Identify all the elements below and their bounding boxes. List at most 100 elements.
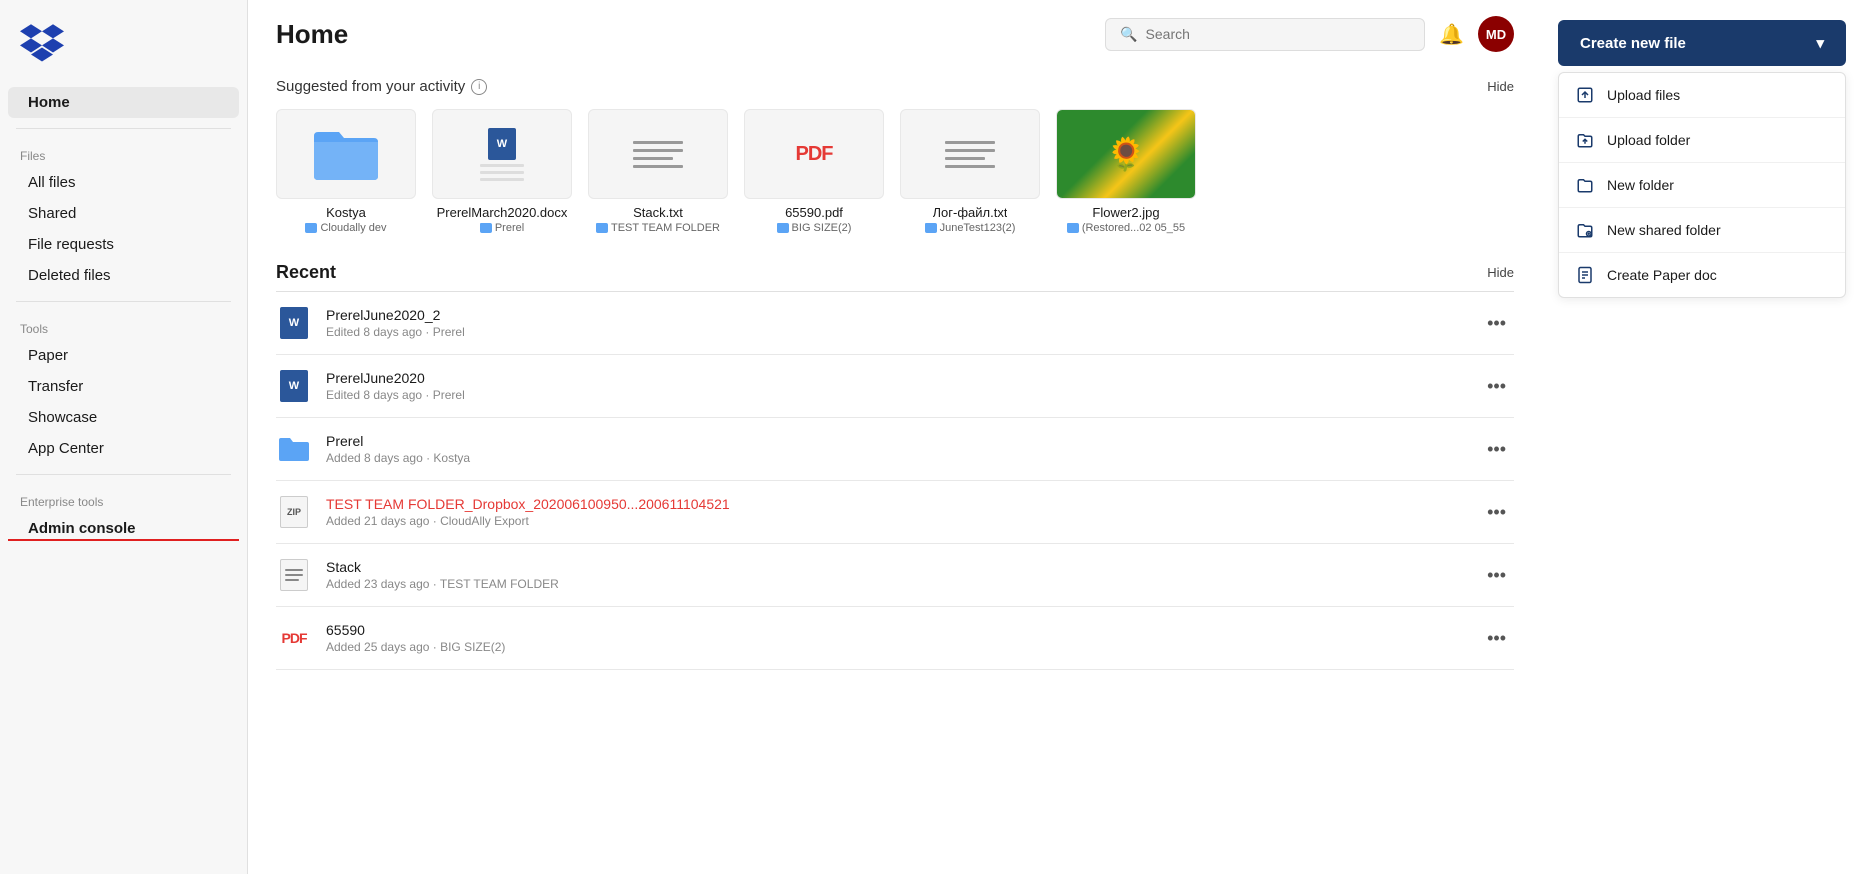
new-folder-icon xyxy=(1575,175,1595,195)
flower-name: Flower2.jpg xyxy=(1092,205,1159,220)
recent-name-test-team: TEST TEAM FOLDER_Dropbox_202006100950...… xyxy=(326,496,1479,512)
recent-hide-btn[interactable]: Hide xyxy=(1487,265,1514,280)
recent-info-prerel-june-2: PrerelJune2020_2 Edited 8 days ago · Pre… xyxy=(326,307,1479,339)
recent-meta-stack: Added 23 days ago · TEST TEAM FOLDER xyxy=(326,577,1479,591)
create-paper-doc-label: Create Paper doc xyxy=(1607,267,1717,283)
suggested-file-kostya[interactable]: Kostya Cloudally dev xyxy=(276,109,416,234)
recent-section: Recent Hide W PrerelJune2020_2 Edited 8 … xyxy=(276,262,1514,670)
chevron-down-icon: ▾ xyxy=(1816,34,1824,52)
log-name: Лог-файл.txt xyxy=(933,205,1008,220)
prerel-march-name: PrerelMarch2020.docx xyxy=(437,205,568,220)
search-input[interactable] xyxy=(1146,26,1411,42)
stack-thumb xyxy=(588,109,728,199)
page-title: Home xyxy=(276,19,348,50)
dropdown-new-folder[interactable]: New folder xyxy=(1559,163,1845,208)
recent-more-btn-2[interactable]: ••• xyxy=(1479,372,1514,401)
recent-row-test-team[interactable]: ZIP TEST TEAM FOLDER_Dropbox_20200610095… xyxy=(276,481,1514,544)
recent-row-prerel-folder[interactable]: Prerel Added 8 days ago · Kostya ••• xyxy=(276,418,1514,481)
recent-info-test-team: TEST TEAM FOLDER_Dropbox_202006100950...… xyxy=(326,496,1479,528)
folder-sm-icon xyxy=(925,223,937,233)
suggested-file-stack[interactable]: Stack.txt TEST TEAM FOLDER xyxy=(588,109,728,234)
word-icon: W xyxy=(280,307,308,339)
content-area: Suggested from your activity i Hide Kost… xyxy=(248,60,1542,874)
sidebar-enterprise-section: Enterprise tools xyxy=(0,485,247,513)
info-icon[interactable]: i xyxy=(471,79,487,95)
dropdown-upload-folder[interactable]: Upload folder xyxy=(1559,118,1845,163)
txt-icon xyxy=(280,559,308,591)
create-new-file-button[interactable]: Create new file ▾ xyxy=(1558,20,1846,66)
sidebar-item-transfer[interactable]: Transfer xyxy=(8,371,239,402)
main-content: Home 🔍 🔔 MD Suggested from your activity… xyxy=(248,0,1542,874)
create-btn-label: Create new file xyxy=(1580,35,1686,52)
sidebar-showcase-label: Showcase xyxy=(28,409,97,426)
sidebar-file-requests-label: File requests xyxy=(28,236,114,253)
sidebar-tools-section: Tools xyxy=(0,312,247,340)
flower-thumb: 🌻 xyxy=(1056,109,1196,199)
suggested-file-flower[interactable]: 🌻 Flower2.jpg (Restored...02 05_55 xyxy=(1056,109,1196,234)
sidebar-item-home[interactable]: Home xyxy=(8,87,239,118)
recent-more-btn-5[interactable]: ••• xyxy=(1479,561,1514,590)
sidebar-deleted-files-label: Deleted files xyxy=(28,267,111,284)
folder-sm-icon xyxy=(480,223,492,233)
sidebar-files-section: Files xyxy=(0,139,247,167)
suggested-file-pdf[interactable]: PDF 65590.pdf BIG SIZE(2) xyxy=(744,109,884,234)
recent-more-btn-4[interactable]: ••• xyxy=(1479,498,1514,527)
sidebar-item-shared[interactable]: Shared xyxy=(8,198,239,229)
kostya-location: Cloudally dev xyxy=(305,222,386,234)
notification-bell-icon[interactable]: 🔔 xyxy=(1439,22,1464,47)
topbar: Home 🔍 🔔 MD xyxy=(248,0,1542,60)
sidebar-item-app-center[interactable]: App Center xyxy=(8,433,239,464)
avatar[interactable]: MD xyxy=(1478,16,1514,52)
pdf-location: BIG SIZE(2) xyxy=(777,222,852,234)
recent-row-stack[interactable]: Stack Added 23 days ago · TEST TEAM FOLD… xyxy=(276,544,1514,607)
sidebar-item-paper[interactable]: Paper xyxy=(8,340,239,371)
paper-doc-icon xyxy=(1575,265,1595,285)
recent-name-stack: Stack xyxy=(326,559,1479,575)
dropdown-new-shared-folder[interactable]: New shared folder xyxy=(1559,208,1845,253)
pdf-name: 65590.pdf xyxy=(785,205,843,220)
create-dropdown: Upload files Upload folder New folder xyxy=(1558,72,1846,298)
suggested-file-log[interactable]: Лог-файл.txt JuneTest123(2) xyxy=(900,109,1040,234)
log-thumb xyxy=(900,109,1040,199)
dropbox-logo xyxy=(0,16,247,87)
flower-location: (Restored...02 05_55 xyxy=(1067,222,1185,234)
sidebar-item-file-requests[interactable]: File requests xyxy=(8,229,239,260)
recent-row-65590[interactable]: PDF 65590 Added 25 days ago · BIG SIZE(2… xyxy=(276,607,1514,670)
recent-meta-prerel-june-2: Edited 8 days ago · Prerel xyxy=(326,325,1479,339)
sidebar-item-all-files[interactable]: All files xyxy=(8,167,239,198)
suggested-header: Suggested from your activity i Hide xyxy=(276,78,1514,95)
recent-title: Recent xyxy=(276,262,336,283)
sidebar-home-label: Home xyxy=(28,94,70,111)
recent-name-prerel-june: PrerelJune2020 xyxy=(326,370,1479,386)
recent-icon-zip: ZIP xyxy=(276,494,312,530)
recent-more-btn-6[interactable]: ••• xyxy=(1479,624,1514,653)
sidebar-item-deleted-files[interactable]: Deleted files xyxy=(8,260,239,291)
sidebar: Home Files All files Shared File request… xyxy=(0,0,248,874)
recent-more-btn-3[interactable]: ••• xyxy=(1479,435,1514,464)
recent-header: Recent Hide xyxy=(276,262,1514,292)
kostya-name: Kostya xyxy=(326,205,366,220)
new-folder-label: New folder xyxy=(1607,177,1674,193)
recent-info-stack: Stack Added 23 days ago · TEST TEAM FOLD… xyxy=(326,559,1479,591)
dropdown-create-paper-doc[interactable]: Create Paper doc xyxy=(1559,253,1845,297)
pdf-thumb: PDF xyxy=(744,109,884,199)
sidebar-transfer-label: Transfer xyxy=(28,378,83,395)
pdf-icon-recent: PDF xyxy=(282,630,307,646)
sidebar-item-showcase[interactable]: Showcase xyxy=(8,402,239,433)
recent-info-prerel-folder: Prerel Added 8 days ago · Kostya xyxy=(326,433,1479,465)
recent-row-prerel-june-2[interactable]: W PrerelJune2020_2 Edited 8 days ago · P… xyxy=(276,292,1514,355)
recent-name-65590: 65590 xyxy=(326,622,1479,638)
suggested-hide-btn[interactable]: Hide xyxy=(1487,79,1514,94)
upload-files-label: Upload files xyxy=(1607,87,1680,103)
word-icon-2: W xyxy=(280,370,308,402)
shared-folder-icon xyxy=(1575,220,1595,240)
search-box[interactable]: 🔍 xyxy=(1105,18,1425,51)
sidebar-item-admin-console[interactable]: Admin console xyxy=(8,513,239,541)
upload-folder-icon xyxy=(1575,130,1595,150)
suggested-file-prerel-march[interactable]: W PrerelMarch2020.docx Prerel xyxy=(432,109,572,234)
sidebar-divider-1 xyxy=(16,128,231,129)
recent-row-prerel-june[interactable]: W PrerelJune2020 Edited 8 days ago · Pre… xyxy=(276,355,1514,418)
recent-more-btn[interactable]: ••• xyxy=(1479,309,1514,338)
dropdown-upload-files[interactable]: Upload files xyxy=(1559,73,1845,118)
recent-icon-txt xyxy=(276,557,312,593)
